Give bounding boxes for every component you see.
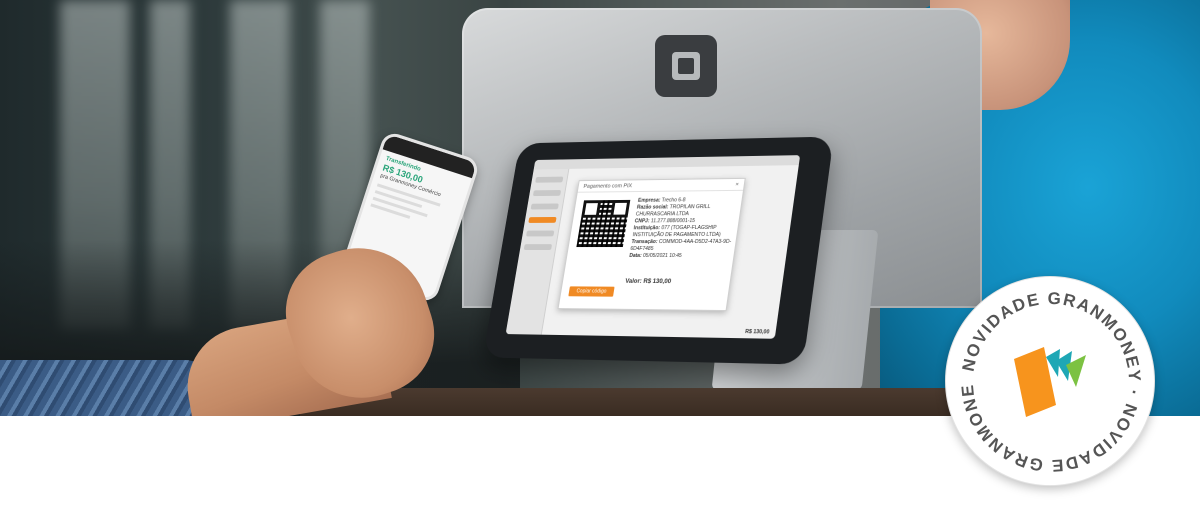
cnpj-label: CNPJ: [634, 218, 650, 224]
qr-code [576, 200, 630, 247]
close-icon[interactable]: × [735, 182, 739, 187]
valor-label: Valor: [625, 279, 642, 285]
pos-tablet: Pagamento com PIX × Empresa: Trecho 6-8 … [483, 137, 834, 365]
pix-payment-modal: Pagamento com PIX × Empresa: Trecho 6-8 … [558, 178, 746, 311]
pix-amount: Valor: R$ 130,00 [625, 279, 672, 285]
square-logo-icon [655, 35, 717, 97]
tablet-screen: Pagamento com PIX × Empresa: Trecho 6-8 … [506, 155, 801, 339]
instituicao-label: Instituição: [633, 225, 660, 231]
pix-modal-header: Pagamento com PIX × [578, 179, 745, 193]
pix-modal-title: Pagamento com PIX [583, 183, 632, 188]
cnpj-value: 11.277.888/0001-15 [650, 218, 695, 224]
copy-code-button[interactable]: Copiar código [568, 286, 614, 296]
data-value: 05/05/2021 10:45 [642, 253, 682, 259]
tablet-sidebar [506, 169, 570, 335]
tablet-topbar [534, 155, 800, 169]
transacao-label: Transação: [631, 239, 658, 245]
empresa-value: Trecho 6-8 [661, 197, 686, 203]
tablet-total: R$ 130,00 [745, 329, 770, 336]
shirt-sleeve [0, 360, 215, 416]
data-label: Data: [629, 253, 642, 259]
valor-value: R$ 130,00 [643, 279, 672, 285]
razao-label: Razão social: [636, 204, 668, 210]
table-surface [300, 388, 980, 416]
pix-details: Empresa: Trecho 6-8 Razão social: TROPIL… [629, 197, 738, 260]
empresa-label: Empresa: [637, 198, 660, 204]
badge-graphic: NOVIDADE GRANMONEY · NOVIDADE GRANMONEY … [946, 277, 1156, 487]
granmoney-logo-icon [1014, 347, 1086, 417]
novidade-granmoney-badge: NOVIDADE GRANMONEY · NOVIDADE GRANMONEY … [945, 276, 1155, 486]
